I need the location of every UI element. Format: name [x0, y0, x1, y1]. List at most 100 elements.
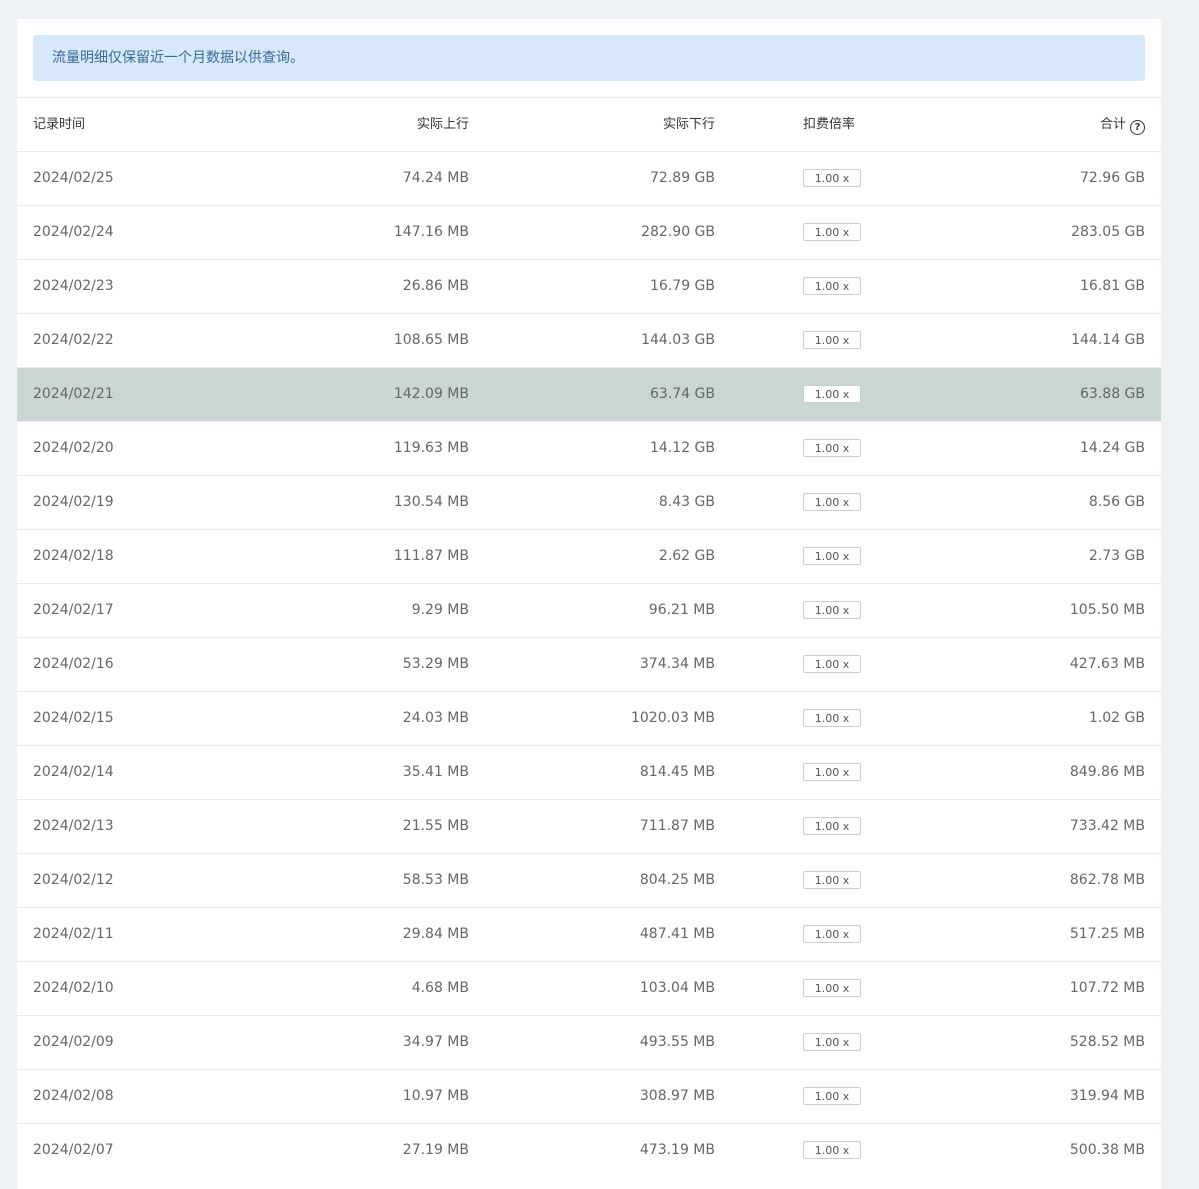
- cell-download: 374.34 MB: [639, 656, 715, 672]
- cell-total: 427.63 MB: [1069, 656, 1145, 672]
- table-row[interactable]: 2024/02/13 21.55 MB 711.87 MB 1.00 x 733.42 …: [17, 799, 1161, 853]
- header-download[interactable]: 实际下行: [663, 98, 715, 151]
- table-row[interactable]: 2024/02/17 9.29 MB 96.21 MB 1.00 x 105.50 MB: [17, 583, 1161, 637]
- table-row[interactable]: 2024/02/15 24.03 MB 1020.03 MB 1.00 x 1.02 G…: [17, 691, 1161, 745]
- rate-badge: 1.00 x: [803, 601, 861, 619]
- cell-download: 144.03 GB: [641, 332, 715, 348]
- rate-badge: 1.00 x: [803, 277, 861, 295]
- cell-rate: 1.00 x: [803, 368, 861, 421]
- retention-notice: 流量明细仅保留近一个月数据以供查询。: [33, 35, 1145, 81]
- cell-total: 500.38 MB: [1069, 1142, 1145, 1158]
- table-row[interactable]: 2024/02/21 142.09 MB 63.74 GB 1.00 x 63.88 G…: [17, 367, 1161, 421]
- cell-download: 16.79 GB: [650, 278, 715, 294]
- table-row[interactable]: 2024/02/25 74.24 MB 72.89 GB 1.00 x 72.96 GB: [17, 151, 1161, 205]
- cell-rate: 1.00 x: [803, 962, 861, 1015]
- cell-rate: 1.00 x: [803, 314, 861, 367]
- cell-date: 2024/02/12: [33, 872, 114, 888]
- table-row[interactable]: 2024/02/20 119.63 MB 14.12 GB 1.00 x 14.24 G…: [17, 421, 1161, 475]
- cell-date: 2024/02/24: [33, 224, 114, 240]
- cell-date: 2024/02/07: [33, 1142, 114, 1158]
- header-date[interactable]: 记录时间: [33, 98, 85, 151]
- table-row[interactable]: 2024/02/19 130.54 MB 8.43 GB 1.00 x 8.56 GB: [17, 475, 1161, 529]
- cell-download: 96.21 MB: [648, 602, 715, 618]
- table-row[interactable]: 2024/02/23 26.86 MB 16.79 GB 1.00 x 16.81 GB: [17, 259, 1161, 313]
- rate-badge: 1.00 x: [803, 223, 861, 241]
- table-body: 2024/02/25 74.24 MB 72.89 GB 1.00 x 72.96 GB…: [17, 151, 1161, 1177]
- cell-download: 487.41 MB: [639, 926, 715, 942]
- cell-download: 63.74 GB: [650, 386, 715, 402]
- cell-rate: 1.00 x: [803, 530, 861, 583]
- cell-date: 2024/02/13: [33, 818, 114, 834]
- cell-rate: 1.00 x: [803, 638, 861, 691]
- cell-upload: 26.86 MB: [402, 278, 469, 294]
- cell-total: 63.88 GB: [1080, 386, 1145, 402]
- rate-badge: 1.00 x: [803, 763, 861, 781]
- cell-rate: 1.00 x: [803, 260, 861, 313]
- cell-download: 1020.03 MB: [630, 710, 715, 726]
- rate-badge: 1.00 x: [803, 547, 861, 565]
- cell-date: 2024/02/09: [33, 1034, 114, 1050]
- table-row[interactable]: 2024/02/10 4.68 MB 103.04 MB 1.00 x 107.72 M…: [17, 961, 1161, 1015]
- table-row[interactable]: 2024/02/08 10.97 MB 308.97 MB 1.00 x 319.94 …: [17, 1069, 1161, 1123]
- table-row[interactable]: 2024/02/11 29.84 MB 487.41 MB 1.00 x 517.25 …: [17, 907, 1161, 961]
- cell-download: 804.25 MB: [639, 872, 715, 888]
- rate-badge: 1.00 x: [803, 1087, 861, 1105]
- cell-download: 711.87 MB: [639, 818, 715, 834]
- cell-rate: 1.00 x: [803, 422, 861, 475]
- cell-date: 2024/02/22: [33, 332, 114, 348]
- cell-download: 282.90 GB: [641, 224, 715, 240]
- cell-upload: 119.63 MB: [393, 440, 469, 456]
- table-row[interactable]: 2024/02/09 34.97 MB 493.55 MB 1.00 x 528.52 …: [17, 1015, 1161, 1069]
- cell-total: 528.52 MB: [1069, 1034, 1145, 1050]
- cell-rate: 1.00 x: [803, 1124, 861, 1177]
- table-row[interactable]: 2024/02/24 147.16 MB 282.90 GB 1.00 x 283.05…: [17, 205, 1161, 259]
- cell-upload: 34.97 MB: [402, 1034, 469, 1050]
- table-row[interactable]: 2024/02/12 58.53 MB 804.25 MB 1.00 x 862.78 …: [17, 853, 1161, 907]
- cell-date: 2024/02/17: [33, 602, 114, 618]
- table-row[interactable]: 2024/02/14 35.41 MB 814.45 MB 1.00 x 849.86 …: [17, 745, 1161, 799]
- question-circle-icon[interactable]: ?: [1130, 120, 1145, 135]
- cell-date: 2024/02/18: [33, 548, 114, 564]
- cell-download: 308.97 MB: [639, 1088, 715, 1104]
- cell-rate: 1.00 x: [803, 1016, 861, 1069]
- header-total[interactable]: 合计?: [1100, 98, 1145, 151]
- cell-total: 14.24 GB: [1080, 440, 1145, 456]
- cell-date: 2024/02/11: [33, 926, 114, 942]
- traffic-table: 记录时间 实际上行 实际下行 扣费倍率 合计? 2024/02/25 74.24 …: [17, 97, 1161, 1177]
- rate-badge: 1.00 x: [803, 385, 861, 403]
- header-upload[interactable]: 实际上行: [417, 98, 469, 151]
- cell-total: 144.14 GB: [1071, 332, 1145, 348]
- cell-rate: 1.00 x: [803, 206, 861, 259]
- cell-rate: 1.00 x: [803, 746, 861, 799]
- cell-rate: 1.00 x: [803, 584, 861, 637]
- cell-date: 2024/02/21: [33, 386, 114, 402]
- cell-total: 1.02 GB: [1088, 710, 1145, 726]
- table-row[interactable]: 2024/02/07 27.19 MB 473.19 MB 1.00 x 500.38 …: [17, 1123, 1161, 1177]
- cell-date: 2024/02/19: [33, 494, 114, 510]
- rate-badge: 1.00 x: [803, 925, 861, 943]
- cell-upload: 35.41 MB: [402, 764, 469, 780]
- table-header: 记录时间 实际上行 实际下行 扣费倍率 合计?: [17, 97, 1161, 151]
- cell-upload: 4.68 MB: [411, 980, 469, 996]
- cell-date: 2024/02/10: [33, 980, 114, 996]
- header-rate[interactable]: 扣费倍率: [803, 98, 855, 151]
- cell-upload: 53.29 MB: [402, 656, 469, 672]
- table-row[interactable]: 2024/02/22 108.65 MB 144.03 GB 1.00 x 144.14…: [17, 313, 1161, 367]
- cell-total: 8.56 GB: [1088, 494, 1145, 510]
- cell-upload: 10.97 MB: [402, 1088, 469, 1104]
- rate-badge: 1.00 x: [803, 871, 861, 889]
- cell-total: 2.73 GB: [1088, 548, 1145, 564]
- table-row[interactable]: 2024/02/18 111.87 MB 2.62 GB 1.00 x 2.73 GB: [17, 529, 1161, 583]
- table-row[interactable]: 2024/02/16 53.29 MB 374.34 MB 1.00 x 427.63 …: [17, 637, 1161, 691]
- cell-upload: 24.03 MB: [402, 710, 469, 726]
- cell-total: 107.72 MB: [1069, 980, 1145, 996]
- cell-rate: 1.00 x: [803, 800, 861, 853]
- cell-date: 2024/02/25: [33, 170, 114, 186]
- cell-total: 849.86 MB: [1069, 764, 1145, 780]
- cell-upload: 21.55 MB: [402, 818, 469, 834]
- cell-download: 2.62 GB: [658, 548, 715, 564]
- cell-total: 862.78 MB: [1069, 872, 1145, 888]
- cell-download: 103.04 MB: [639, 980, 715, 996]
- cell-upload: 27.19 MB: [402, 1142, 469, 1158]
- cell-rate: 1.00 x: [803, 908, 861, 961]
